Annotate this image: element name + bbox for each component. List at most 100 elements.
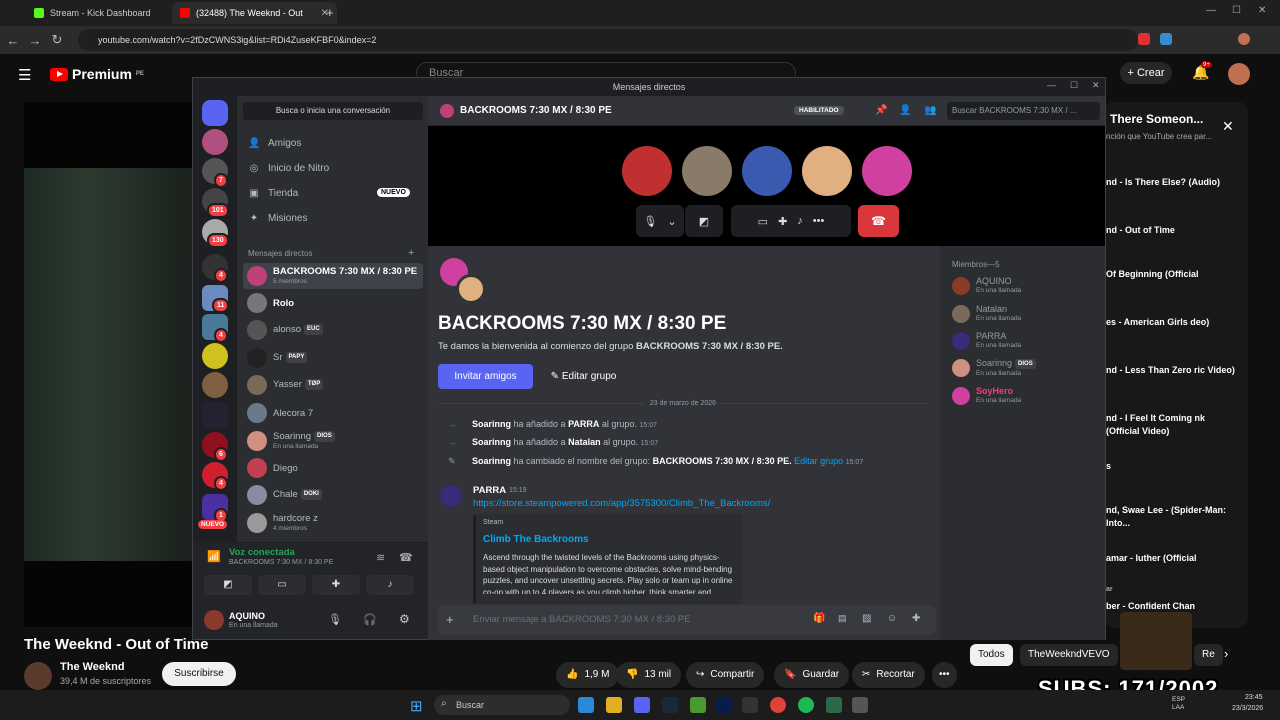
playlist-item[interactable]: amar - luther (Official [1106, 552, 1236, 565]
member-item[interactable]: Soarinng DIOS En una llamada [952, 358, 1036, 378]
menu-icon[interactable]: ☰ [18, 66, 31, 84]
minecraft-icon[interactable] [690, 697, 706, 713]
emoji-icon[interactable]: ☺ [887, 613, 897, 624]
microphone-icon[interactable]: 🎙 [328, 613, 342, 626]
profile-icon[interactable] [1238, 33, 1250, 45]
soundboard-icon[interactable]: ♪ [797, 215, 803, 227]
gear-icon[interactable]: ⚙ [399, 612, 410, 626]
nav-friends[interactable]: 👤 Amigos [248, 138, 301, 149]
url-field[interactable]: youtube.com/watch?v=2fDzCWNS3ig&list=RDi… [78, 29, 1138, 51]
call-participant-avatar[interactable] [862, 146, 912, 196]
channel-name[interactable]: The Weeknd [60, 661, 125, 673]
dm-item[interactable]: Diego [243, 455, 423, 481]
member-item[interactable]: SoyHero En una llamada [952, 386, 1021, 405]
reload-icon[interactable]: ↻ [46, 32, 68, 48]
server-icon[interactable] [202, 372, 228, 398]
minimize-icon[interactable]: — [1206, 5, 1216, 16]
close-window-icon[interactable]: ✕ [1092, 80, 1100, 91]
dm-item[interactable]: Rolo [243, 290, 423, 316]
hangup-button[interactable]: ☎ [858, 205, 899, 237]
channel-search-input[interactable]: Buscar BACKROOMS 7:30 MX / ... [947, 102, 1100, 120]
call-participant-avatar[interactable] [742, 146, 792, 196]
edit-group-link[interactable]: Editar grupo [792, 456, 843, 466]
folder-icon[interactable] [606, 697, 622, 713]
forward-icon[interactable]: → [24, 33, 46, 48]
maximize-icon[interactable]: ☐ [1070, 80, 1078, 91]
invite-friends-button[interactable]: Invitar amigos [438, 364, 533, 389]
call-participant-avatar[interactable] [802, 146, 852, 196]
playlist-item[interactable]: nd - I Feel It Coming nk (Official Video… [1106, 412, 1236, 438]
pin-icon[interactable]: 📌 [875, 105, 887, 116]
clip-button[interactable]: ✂ Recortar [852, 662, 925, 688]
noise-suppression-icon[interactable]: ≋ [376, 551, 385, 564]
gift-icon[interactable]: 🎁 [813, 613, 825, 624]
language-indicator[interactable]: ESP LAA [1172, 696, 1192, 712]
soundboard-button[interactable]: ♪ [366, 575, 414, 595]
playlist-item[interactable]: nd, Swae Lee - (Spider-Man: Into... [1106, 504, 1236, 530]
chrome-icon[interactable] [770, 697, 786, 713]
discord-icon[interactable] [634, 697, 650, 713]
dislike-button[interactable]: 👎 13 mil [616, 662, 682, 688]
server-icon[interactable] [202, 129, 228, 155]
tab-kick[interactable]: Stream - Kick Dashboard ✕ [26, 2, 191, 24]
settings-icon[interactable] [852, 697, 868, 713]
call-participant-avatar[interactable] [682, 146, 732, 196]
server-icon[interactable] [202, 402, 228, 428]
call-participant-avatar[interactable] [622, 146, 672, 196]
message-author[interactable]: PARRA [473, 485, 506, 496]
playlist-item[interactable]: es - American Girls deo) [1106, 316, 1236, 329]
chevron-right-icon[interactable]: › [1224, 646, 1228, 661]
more-button[interactable]: ••• [932, 662, 957, 688]
message-avatar[interactable] [440, 485, 462, 507]
dm-item[interactable]: alonso EUC [243, 317, 423, 343]
plus-icon[interactable]: + [446, 612, 454, 627]
screen-share-icon[interactable]: ▭ [758, 215, 768, 228]
subscribe-button[interactable]: Suscribirse [162, 662, 236, 686]
gif-icon[interactable]: ▤ [838, 613, 847, 624]
youtube-logo[interactable]: Premium PE [50, 66, 144, 82]
extension-icon[interactable] [1160, 33, 1172, 45]
chip-weeknd[interactable]: TheWeekndVEVO [1020, 644, 1118, 666]
edge-icon[interactable] [578, 697, 594, 713]
chip-all[interactable]: Todos [970, 644, 1013, 666]
maximize-icon[interactable]: ☐ [1232, 5, 1241, 16]
dm-item[interactable]: BACKROOMS 7:30 MX / 8:30 PE 5 miembros [243, 263, 423, 289]
activities-button[interactable]: ✚ [312, 575, 360, 595]
clock-date[interactable]: 23/3/2026 [1232, 705, 1263, 712]
obs-icon[interactable] [742, 697, 758, 713]
dm-item[interactable]: Alecora 7 [243, 400, 423, 426]
minimize-icon[interactable]: — [1047, 80, 1056, 90]
spotify-icon[interactable] [798, 697, 814, 713]
create-button[interactable]: + Crear [1120, 62, 1172, 84]
close-icon[interactable]: ✕ [1222, 118, 1234, 135]
playlist-item[interactable]: s [1106, 460, 1236, 473]
playlist-item[interactable]: nd - Is There Else? (Audio) [1106, 176, 1236, 189]
more-icon[interactable]: ••• [813, 215, 825, 227]
dm-item[interactable]: Chale DOKI [243, 482, 423, 508]
like-button[interactable]: 👍 1,9 M [556, 662, 620, 688]
channel-avatar[interactable] [24, 662, 52, 690]
embed-title[interactable]: Climb The Backrooms [483, 534, 589, 545]
back-icon[interactable]: ← [2, 33, 24, 48]
dm-item[interactable]: hardcore z4 miembros [243, 510, 423, 536]
member-item[interactable]: Natalan En una llamada [952, 304, 1021, 323]
dm-item[interactable]: Yasser TØP [243, 372, 423, 398]
nav-shop[interactable]: ▣ Tienda [248, 188, 298, 199]
member-item[interactable]: AQUINO En una llamada [952, 276, 1021, 295]
close-window-icon[interactable]: ✕ [1258, 5, 1266, 16]
tab-youtube[interactable]: (32488) The Weeknd - Out ✕ [172, 2, 337, 24]
save-button[interactable]: 🔖 Guardar [774, 662, 850, 688]
chip-more[interactable]: Re [1194, 644, 1223, 666]
mute-button[interactable]: 🎙 ⌄ [636, 205, 684, 237]
activities-icon[interactable]: ✚ [778, 215, 787, 228]
server-icon[interactable] [202, 343, 228, 369]
app-icon[interactable] [826, 697, 842, 713]
camera-button[interactable]: ◩ [685, 205, 723, 237]
share-button[interactable]: ↪ Compartir [686, 662, 765, 688]
dm-search-input[interactable]: Busca o inicia una conversación [243, 102, 423, 120]
member-item[interactable]: PARRA En una llamada [952, 331, 1021, 350]
clock-time[interactable]: 23:45 [1245, 694, 1263, 701]
playlist-item[interactable]: nd - Out of Time [1106, 224, 1236, 237]
playlist-item[interactable]: nd - Less Than Zero ric Video) [1106, 364, 1236, 377]
dm-item[interactable]: Sr PAPY [243, 345, 423, 371]
